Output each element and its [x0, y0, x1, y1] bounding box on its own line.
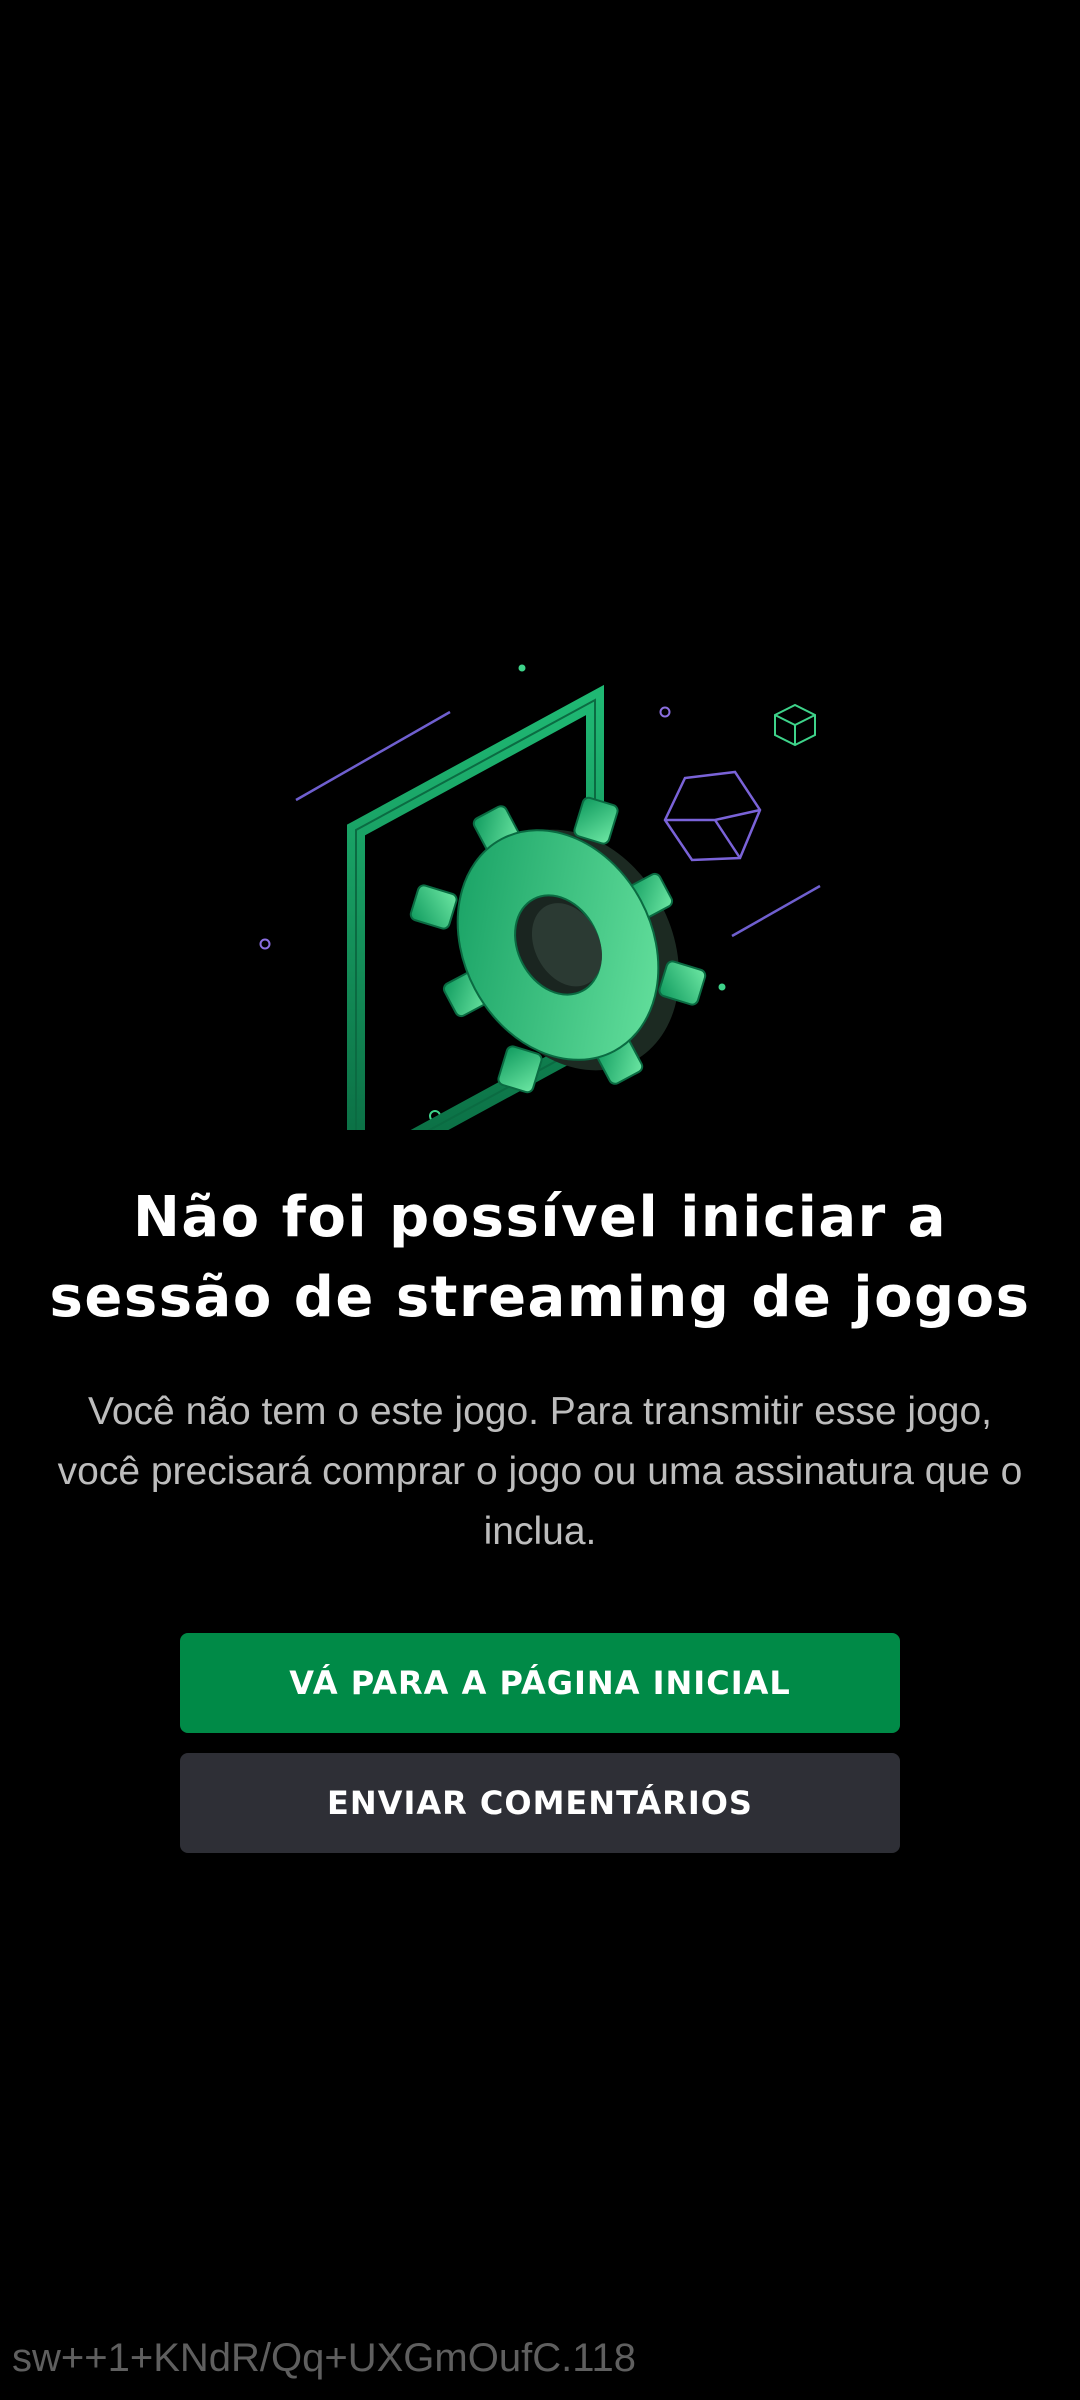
decor-dot	[718, 983, 726, 991]
decor-dot	[259, 938, 271, 950]
purple-cube-icon	[663, 770, 762, 862]
session-id-text: sw++1+KNdR/Qq+UXGmOufC.118	[12, 2336, 636, 2380]
error-title: Não foi possível iniciar a sessão de str…	[49, 1185, 1031, 1330]
decor-line-right	[731, 884, 821, 938]
gear-in-frame-illustration	[240, 650, 840, 1130]
go-to-home-button[interactable]: VÁ PARA A PÁGINA INICIAL	[180, 1633, 900, 1733]
decor-dot	[659, 706, 671, 718]
error-message: Você não tem o este jogo. Para transmiti…	[57, 1390, 1023, 1553]
small-cube-icon	[774, 703, 816, 747]
send-feedback-button[interactable]: ENVIAR COMENTÁRIOS	[180, 1753, 900, 1853]
decor-dot	[518, 664, 526, 672]
error-screen: Não foi possível iniciar a sessão de str…	[0, 0, 1080, 2400]
gear-icon	[409, 796, 707, 1094]
